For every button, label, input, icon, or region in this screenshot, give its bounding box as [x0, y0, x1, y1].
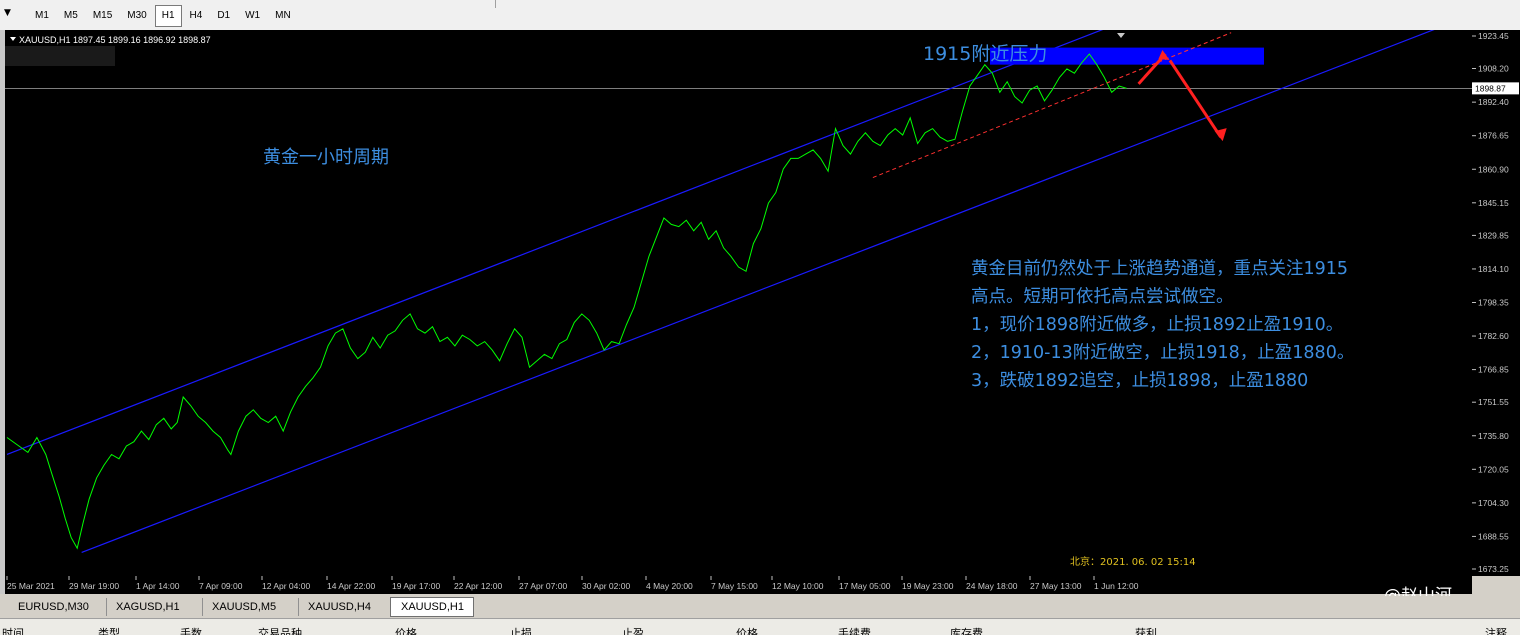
y-tick-label: 1720.05 [1478, 464, 1509, 474]
x-tick-label: 12 May 10:00 [772, 581, 824, 591]
x-tick-label: 25 Mar 2021 [7, 581, 55, 591]
y-tick-label: 1876.65 [1478, 131, 1509, 141]
y-tick-label: 1782.60 [1478, 331, 1509, 341]
y-tick-label: 1845.15 [1478, 198, 1509, 208]
x-tick-label: 1 Jun 12:00 [1094, 581, 1139, 591]
x-tick-label: 14 Apr 22:00 [327, 581, 375, 591]
toolbar-dropdown-arrow-icon[interactable]: ▼ [4, 8, 11, 18]
period-label: 黄金一小时周期 [263, 147, 389, 168]
current-price-label: 1898.87 [1475, 83, 1506, 93]
resistance-label: 1915附近压力 [923, 43, 1047, 65]
x-tick-label: 4 May 20:00 [646, 581, 693, 591]
x-tick-label: 27 Apr 07:00 [519, 581, 567, 591]
x-tick-label: 22 Apr 12:00 [454, 581, 502, 591]
x-tick-label: 7 May 15:00 [711, 581, 758, 591]
timeframe-button-d1[interactable]: D1 [210, 5, 237, 27]
y-tick-label: 1829.85 [1478, 230, 1509, 240]
chart-tab[interactable]: EURUSD,M30 [8, 598, 107, 616]
x-tick-label: 29 Mar 19:00 [69, 581, 119, 591]
y-tick-label: 1766.85 [1478, 365, 1509, 375]
chart-tab-bar: EURUSD,M30 XAGUSD,H1 XAUUSD,M5 XAUUSD,H4 XAU… [0, 596, 1520, 618]
x-tick-label: 1 Apr 14:00 [136, 581, 180, 591]
timeframe-button-m1[interactable]: M1 [28, 5, 56, 27]
x-tick-label: 30 Apr 02:00 [582, 581, 630, 591]
down-arrow-shaft [1168, 59, 1222, 138]
chart-tab[interactable]: XAUUSD,M5 [202, 598, 299, 616]
x-tick-label: 24 May 18:00 [966, 581, 1018, 591]
chart-tab[interactable]: XAGUSD,H1 [106, 598, 203, 616]
timeframe-button-m5[interactable]: M5 [57, 5, 85, 27]
analysis-line-5: 3，跌破1892追空，止损1898，止盈1880 [971, 371, 1308, 391]
price-chart[interactable]: XAUUSD,H1 1897.45 1899.16 1896.92 1898.8… [5, 2, 1472, 576]
timeframe-button-h1[interactable]: H1 [154, 5, 182, 27]
timeframe-button-group: M1 M5 M15 M30 H1 H4 D1 W1 MN [28, 5, 299, 27]
timeframe-button-m15[interactable]: M15 [86, 5, 119, 27]
analysis-line-2: 高点。短期可依托高点尝试做空。 [971, 287, 1234, 307]
x-tick-label: 7 Apr 09:00 [199, 581, 243, 591]
y-tick-label: 1814.10 [1478, 264, 1509, 274]
x-tick-label: 12 Apr 04:00 [262, 581, 310, 591]
chart-tab[interactable]: XAUUSD,H1 [390, 597, 474, 617]
chart-symbol-header: XAUUSD,H1 1897.45 1899.16 1896.92 1898.8… [19, 35, 211, 45]
account-info-blur [5, 46, 115, 66]
y-tick-label: 1908.20 [1478, 63, 1509, 73]
price-series-line [6, 53, 1127, 550]
x-tick-label: 17 May 05:00 [839, 581, 891, 591]
time-axis[interactable]: 25 Mar 2021 29 Mar 19:00 1 Apr 14:00 7 Apr … [5, 576, 1472, 594]
chart-timestamp: 北京：2021. 06. 02 15:14 [1070, 555, 1196, 568]
y-tick-label: 1751.55 [1478, 397, 1509, 407]
y-tick-label: 1798.35 [1478, 298, 1509, 308]
timeframe-button-h4[interactable]: H4 [183, 5, 210, 27]
price-axis[interactable]: 1923.45 1908.20 1892.40 1876.65 1860.90 1845.… [1472, 30, 1520, 576]
y-tick-label: 1923.45 [1478, 31, 1509, 41]
terminal-column-header: 时间 类型 手数 交易品种 价格 止损 止盈 价格 手续费 库存费 获利 注释 [0, 618, 1520, 635]
timeframe-button-mn[interactable]: MN [268, 5, 298, 27]
x-tick-label: 19 Apr 17:00 [392, 581, 440, 591]
x-tick-label: 27 May 13:00 [1030, 581, 1082, 591]
chart-menu-triangle-icon[interactable] [10, 37, 16, 41]
y-tick-label: 1892.40 [1478, 97, 1509, 107]
y-tick-label: 1704.30 [1478, 498, 1509, 508]
chart-area[interactable]: XAUUSD,H1 1897.45 1899.16 1896.92 1898.8… [5, 2, 1472, 576]
timeframe-button-w1[interactable]: W1 [238, 5, 267, 27]
channel-line-lower[interactable] [81, 15, 1471, 554]
chart-shift-marker-icon[interactable] [1117, 33, 1125, 38]
x-tick-label: 19 May 23:00 [902, 581, 954, 591]
y-tick-label: 1673.25 [1478, 564, 1509, 574]
timeframe-toolbar: ▼ M1 M5 M15 M30 H1 H4 D1 W1 MN [0, 0, 1520, 31]
analysis-line-4: 2，1910-13附近做空，止损1918，止盈1880。 [971, 343, 1354, 363]
y-tick-label: 1860.90 [1478, 164, 1509, 174]
chart-tab[interactable]: XAUUSD,H4 [298, 598, 391, 616]
analysis-line-3: 1，现价1898附近做多，止损1892止盈1910。 [971, 315, 1343, 335]
y-tick-label: 1735.80 [1478, 431, 1509, 441]
toolbar-divider [495, 0, 496, 8]
analysis-line-1: 黄金目前仍然处于上涨趋势通道，重点关注1915 [971, 259, 1348, 279]
y-tick-label: 1688.55 [1478, 531, 1509, 541]
timeframe-button-m30[interactable]: M30 [120, 5, 153, 27]
